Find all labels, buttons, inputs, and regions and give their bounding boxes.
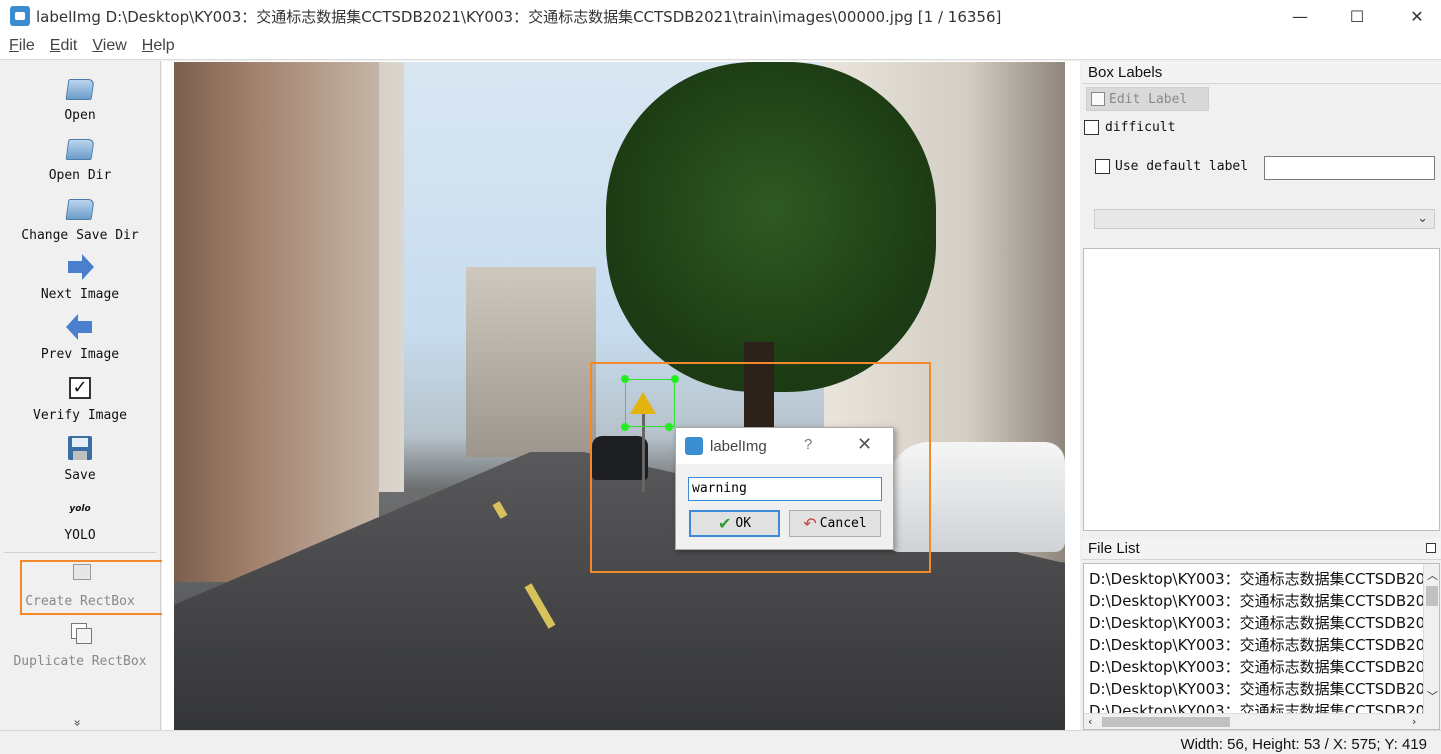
menu-edit[interactable]: Edit [50, 37, 78, 55]
help-button[interactable]: ? [804, 436, 812, 453]
open-dir-label: Open Dir [48, 168, 112, 183]
open-dir-button[interactable]: Open Dir [0, 133, 160, 183]
ok-label: OK [735, 516, 752, 531]
folder-icon [64, 193, 96, 225]
next-image-button[interactable]: Next Image [0, 252, 160, 302]
duplicate-icon [64, 619, 96, 651]
dialog-title: labelImg [710, 437, 767, 455]
use-default-label-label: Use default label [1115, 159, 1249, 174]
box-labels-panel: Box Labels Edit Label difficult Use defa… [1082, 61, 1441, 533]
checkbox-check-icon: ✓ [64, 373, 96, 405]
ok-button[interactable]: ✔ OK [689, 510, 780, 537]
prev-image-button[interactable]: Prev Image [0, 312, 160, 362]
scroll-thumb[interactable] [1426, 586, 1438, 606]
yolo-label: YOLO [64, 528, 96, 543]
file-list-item[interactable]: D:\Desktop\KY003：交通标志数据集CCTSDB2021 [1089, 612, 1424, 633]
label-combobox[interactable]: ⌄ [1094, 209, 1435, 229]
check-icon: ✔ [717, 514, 732, 533]
save-button[interactable]: Save [0, 433, 160, 483]
toolbar-separator [4, 552, 156, 553]
title-bar: labelImg D:\Desktop\KY003：交通标志数据集CCTSDB2… [0, 0, 1441, 32]
yolo-icon: yolo [69, 504, 91, 514]
floppy-save-icon [64, 433, 96, 465]
float-dock-icon[interactable] [1426, 543, 1436, 553]
edit-label-button[interactable]: Edit Label [1086, 87, 1209, 111]
default-label-input[interactable] [1264, 156, 1435, 180]
horizontal-scrollbar[interactable]: ‹ › [1084, 713, 1424, 729]
open-label: Open [64, 108, 96, 123]
label-input[interactable]: warning [688, 477, 882, 501]
arrow-left-icon [64, 312, 96, 344]
scroll-right-icon[interactable]: › [1412, 715, 1416, 728]
vertical-scrollbar[interactable]: ︿ ﹀ [1423, 564, 1439, 729]
edit-pencil-icon [1091, 92, 1105, 106]
change-save-dir-label: Change Save Dir [21, 228, 139, 243]
label-dialog: labelImg ? ✕ warning ✔ OK ↶ Cancel [675, 427, 894, 550]
save-label: Save [64, 468, 96, 483]
prev-image-label: Prev Image [40, 347, 120, 362]
file-list[interactable]: D:\Desktop\KY003：交通标志数据集CCTSDB2021 D:\De… [1083, 563, 1440, 730]
window-title: labelImg D:\Desktop\KY003：交通标志数据集CCTSDB2… [36, 7, 1002, 26]
file-list-header: File List [1082, 538, 1441, 560]
close-window-button[interactable]: ✕ [1394, 0, 1440, 32]
file-list-item[interactable]: D:\Desktop\KY003：交通标志数据集CCTSDB2021 [1089, 634, 1424, 655]
scroll-thumb[interactable] [1102, 717, 1230, 727]
menu-bar: File Edit View Help [0, 32, 1441, 60]
create-rectbox-highlight [20, 560, 184, 615]
difficult-checkbox[interactable] [1084, 120, 1099, 135]
use-default-label-checkbox[interactable] [1095, 159, 1110, 174]
box-labels-header: Box Labels [1082, 62, 1441, 84]
difficult-label: difficult [1105, 120, 1176, 135]
minimize-button[interactable]: — [1277, 0, 1323, 32]
file-list-item[interactable]: D:\Desktop\KY003：交通标志数据集CCTSDB2021 [1089, 678, 1424, 699]
folder-icon [64, 73, 96, 105]
next-image-label: Next Image [40, 287, 120, 302]
yolo-format-button[interactable]: yolo YOLO [0, 493, 160, 543]
file-list-item[interactable]: D:\Desktop\KY003：交通标志数据集CCTSDB2021 [1089, 568, 1424, 589]
menu-help[interactable]: Help [142, 37, 175, 55]
scroll-left-icon[interactable]: ‹ [1088, 715, 1092, 728]
status-text: Width: 56, Height: 53 / X: 575; Y: 419 [1180, 736, 1427, 753]
change-save-dir-button[interactable]: Change Save Dir [0, 193, 160, 243]
file-list-item[interactable]: D:\Desktop\KY003：交通标志数据集CCTSDB2021 [1089, 590, 1424, 611]
duplicate-rectbox-label: Duplicate RectBox [13, 654, 147, 669]
undo-arrow-icon: ↶ [803, 514, 817, 533]
duplicate-rectbox-button[interactable]: Duplicate RectBox [0, 619, 160, 669]
scroll-up-icon[interactable]: ︿ [1427, 567, 1438, 583]
file-list-item[interactable]: D:\Desktop\KY003：交通标志数据集CCTSDB2021 [1089, 656, 1424, 677]
labelimg-app-icon [685, 437, 703, 455]
labelimg-app-icon [10, 6, 30, 26]
menu-view[interactable]: View [92, 37, 126, 55]
cancel-label: Cancel [819, 516, 867, 531]
verify-image-label: Verify Image [33, 408, 127, 423]
scroll-down-icon[interactable]: ﹀ [1427, 688, 1438, 704]
dialog-close-button[interactable]: ✕ [857, 434, 872, 455]
arrow-right-icon [64, 252, 96, 284]
open-button[interactable]: Open [0, 73, 160, 123]
file-list-panel: File List D:\Desktop\KY003：交通标志数据集CCTSDB… [1082, 538, 1441, 730]
left-toolbar: Open Open Dir Change Save Dir Next Image… [0, 61, 161, 730]
toolbar-more-icon[interactable]: » [71, 719, 85, 726]
menu-file[interactable]: File [9, 37, 35, 55]
maximize-button[interactable]: ☐ [1334, 0, 1380, 32]
folder-icon [64, 133, 96, 165]
edit-label-text: Edit Label [1109, 91, 1188, 107]
label-list[interactable] [1083, 248, 1440, 531]
verify-image-button[interactable]: ✓ Verify Image [0, 373, 160, 423]
chevron-down-icon: ⌄ [1417, 211, 1428, 226]
status-bar: Width: 56, Height: 53 / X: 575; Y: 419 [0, 730, 1441, 754]
cancel-button[interactable]: ↶ Cancel [789, 510, 881, 537]
